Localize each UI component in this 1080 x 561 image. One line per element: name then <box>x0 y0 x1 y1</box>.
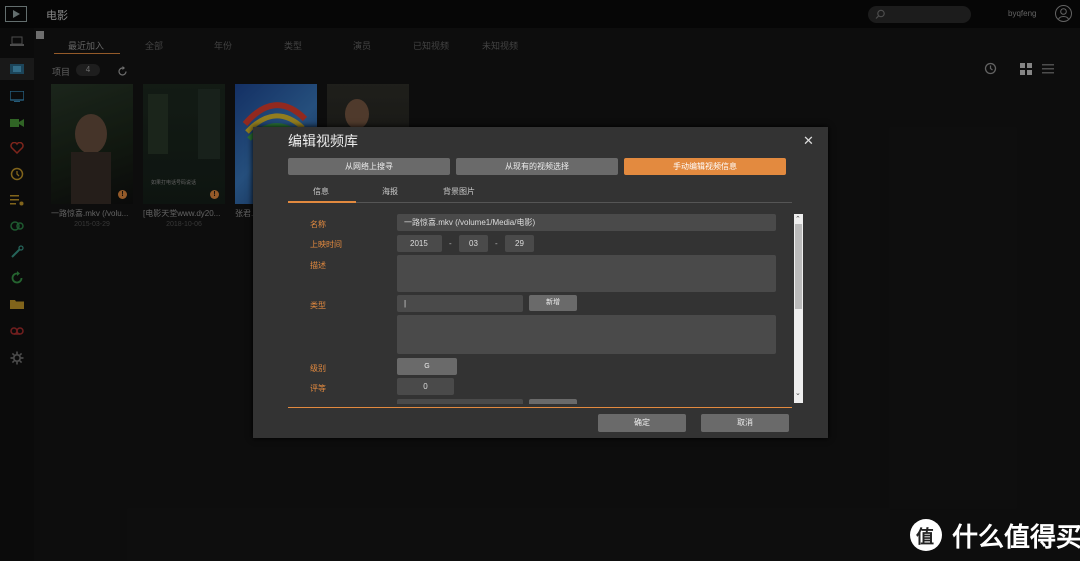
rating-select[interactable]: G <box>397 358 457 375</box>
close-icon[interactable]: ✕ <box>803 133 814 149</box>
tab-poster[interactable]: 海报 <box>382 186 398 197</box>
select-existing-video-button[interactable]: 从现有的视频选择 <box>456 158 618 175</box>
description-field[interactable] <box>397 255 776 292</box>
date-separator: - <box>449 239 452 248</box>
description-label: 描述 <box>310 261 326 270</box>
score-field[interactable]: 0 <box>397 378 454 395</box>
edit-video-library-dialog: 编辑视频库 ✕ 从网络上搜寻 从现有的视频选择 手动编辑视频信息 信息 海报 背… <box>253 127 828 438</box>
form-scrollbar[interactable]: ⌃ ⌄ <box>794 214 803 403</box>
partial-button[interactable] <box>529 399 577 404</box>
tab-divider <box>288 202 792 203</box>
dialog-title: 编辑视频库 <box>288 133 358 149</box>
genre-input[interactable]: | <box>397 295 523 312</box>
year-field[interactable]: 2015 <box>397 235 442 252</box>
tab-info[interactable]: 信息 <box>313 186 329 197</box>
footer-divider <box>288 407 792 408</box>
watermark-badge: 值 <box>916 527 934 547</box>
cancel-button[interactable]: 取消 <box>701 414 789 432</box>
month-field[interactable]: 03 <box>459 235 488 252</box>
manual-edit-button[interactable]: 手动编辑视频信息 <box>624 158 786 175</box>
scroll-up-icon[interactable]: ⌃ <box>795 216 801 223</box>
active-tab-indicator <box>288 201 356 203</box>
watermark-logo-icon: 值 <box>908 517 944 558</box>
date-separator: - <box>495 239 498 248</box>
name-field[interactable]: 一路惊喜.mkv (/volume1/Media/电影) <box>397 214 776 231</box>
search-online-button[interactable]: 从网络上搜寻 <box>288 158 450 175</box>
score-label: 评等 <box>310 384 326 393</box>
watermark-text: 什么值得买 <box>952 522 1080 552</box>
scrollbar-thumb[interactable] <box>795 224 802 309</box>
rating-label: 级别 <box>310 364 326 373</box>
genre-label: 类型 <box>310 301 326 310</box>
ok-button[interactable]: 确定 <box>598 414 686 432</box>
info-form: 名称 一路惊喜.mkv (/volume1/Media/电影) 上映时间 201… <box>288 214 808 404</box>
partial-field[interactable] <box>397 399 523 404</box>
tab-background-image[interactable]: 背景图片 <box>443 186 475 197</box>
name-label: 名称 <box>310 220 326 229</box>
genre-list[interactable] <box>397 315 776 354</box>
add-genre-button[interactable]: 新增 <box>529 295 577 311</box>
release-date-label: 上映时间 <box>310 240 342 249</box>
scroll-down-icon[interactable]: ⌄ <box>795 390 801 397</box>
day-field[interactable]: 29 <box>505 235 534 252</box>
